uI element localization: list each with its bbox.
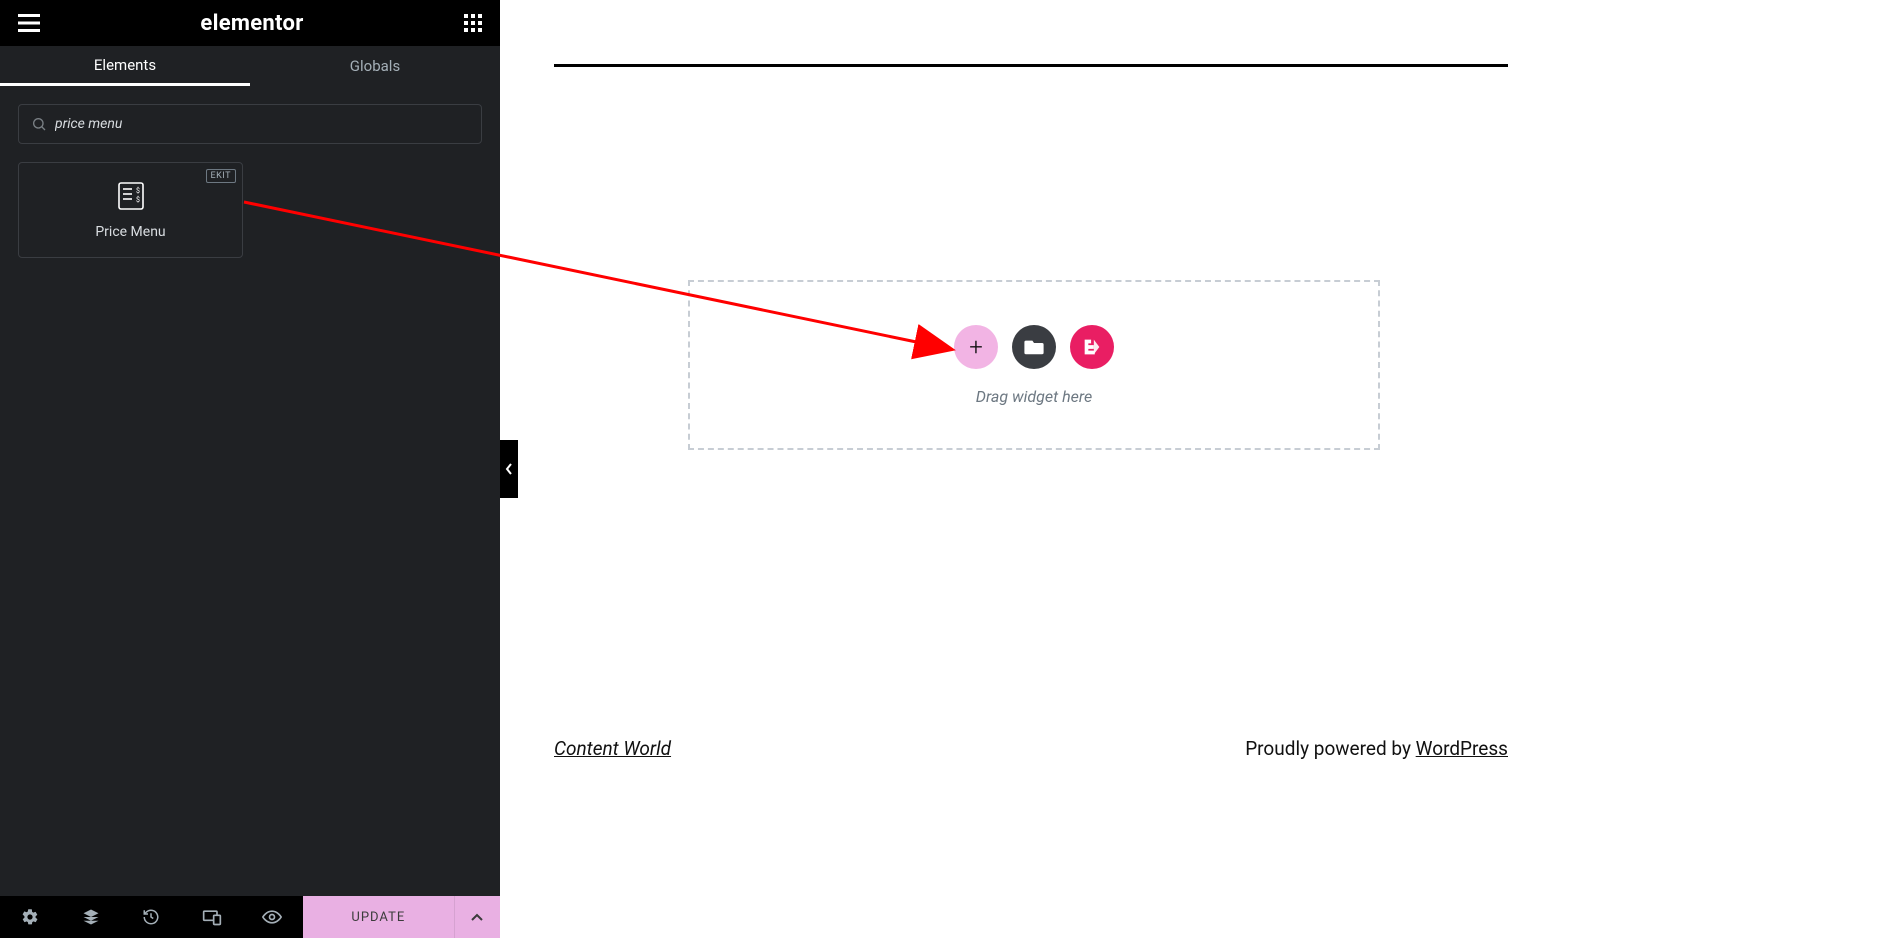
search-icon [31, 116, 47, 132]
navigator-button[interactable] [61, 896, 122, 938]
add-section-button[interactable]: + [954, 325, 998, 369]
price-menu-icon: $ $ [115, 180, 147, 212]
update-button[interactable]: UPDATE [303, 896, 454, 938]
search-input[interactable] [55, 116, 469, 132]
menu-icon[interactable] [18, 14, 40, 32]
update-options-button[interactable] [454, 896, 500, 938]
editor-canvas: + Drag widget here Content World Proudly… [500, 0, 1904, 938]
drop-hint: Drag widget here [976, 387, 1092, 406]
template-library-button[interactable] [1012, 325, 1056, 369]
svg-text:$: $ [136, 196, 140, 204]
responsive-icon [202, 908, 222, 926]
gear-icon [21, 908, 39, 926]
layers-icon [82, 908, 100, 926]
svg-text:$: $ [136, 187, 140, 195]
eye-icon [262, 910, 282, 924]
chevron-up-icon [471, 913, 483, 921]
folder-icon [1024, 339, 1044, 355]
widget-search [18, 104, 482, 144]
tab-globals[interactable]: Globals [250, 46, 500, 86]
history-icon [142, 908, 160, 926]
collapse-panel-button[interactable] [500, 440, 518, 498]
elementor-logo: elementor [200, 11, 303, 36]
site-title-link[interactable]: Content World [554, 737, 671, 760]
wordpress-link[interactable]: WordPress [1416, 737, 1508, 760]
apps-grid-icon[interactable] [464, 14, 482, 32]
chevron-left-icon [505, 463, 513, 475]
widget-label: Price Menu [95, 224, 165, 240]
widget-badge: EKIT [206, 169, 236, 183]
plus-icon: + [969, 333, 983, 361]
elementskit-icon [1081, 336, 1103, 358]
preview-button[interactable] [242, 896, 303, 938]
settings-button[interactable] [0, 896, 61, 938]
widget-price-menu[interactable]: EKIT $ $ Price Menu [18, 162, 243, 258]
tab-elements[interactable]: Elements [0, 46, 250, 86]
history-button[interactable] [121, 896, 182, 938]
elementskit-button[interactable] [1070, 325, 1114, 369]
drop-zone[interactable]: + Drag widget here [688, 280, 1380, 450]
section-divider [554, 64, 1508, 67]
responsive-button[interactable] [182, 896, 243, 938]
powered-by: Proudly powered by WordPress [1245, 737, 1508, 760]
